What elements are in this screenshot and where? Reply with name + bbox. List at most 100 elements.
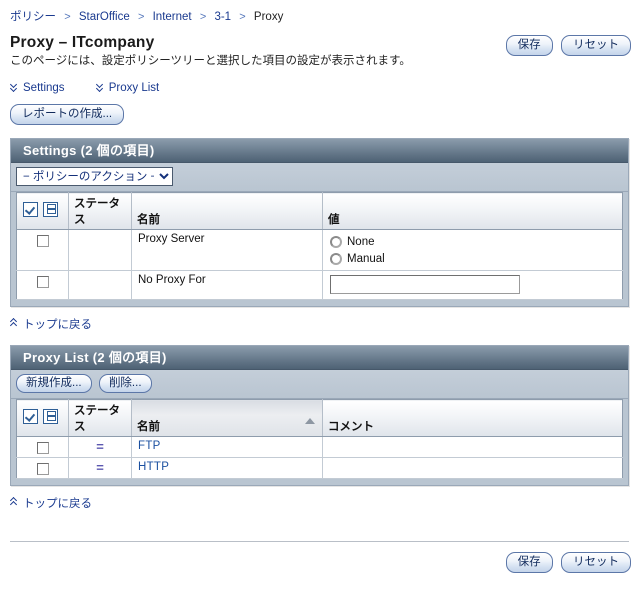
select-all-icon[interactable]	[23, 409, 38, 424]
settings-row-1-status	[68, 270, 132, 300]
proxy-list-col-comment[interactable]: コメント	[322, 399, 623, 437]
proxy-list-panel-toolbar: 新規作成... 削除...	[11, 370, 628, 399]
double-chevron-down-icon	[96, 81, 105, 92]
proxy-server-radio-none-input[interactable]	[330, 235, 342, 248]
proxy-list-row-1-name-link[interactable]: HTTP	[138, 461, 169, 473]
footer-action-buttons: 保存 リセット	[0, 552, 631, 574]
top-action-buttons: 保存 リセット	[505, 35, 631, 56]
page-description: このページには、設定ポリシーツリーと選択した項目の設定が表示されます。	[10, 55, 411, 67]
back-to-top-label-1: トップに戻る	[23, 319, 92, 331]
breadcrumb-separator: >	[137, 11, 145, 23]
back-to-top-link-1[interactable]: トップに戻る	[10, 319, 92, 331]
select-rows-icon[interactable]	[43, 409, 58, 424]
policy-action-select[interactable]: − ポリシーのアクション −	[16, 167, 173, 186]
sort-ascending-icon	[305, 418, 315, 424]
settings-row-0-checkbox[interactable]	[36, 235, 49, 247]
proxy-list-row-1-comment	[322, 457, 623, 480]
anchor-link-settings-label: Settings	[23, 82, 65, 94]
settings-row-0-status	[68, 229, 132, 271]
reset-button-top[interactable]: リセット	[561, 35, 631, 56]
proxy-server-radio-none-label: None	[347, 235, 375, 248]
settings-row-1-name: No Proxy For	[131, 270, 323, 300]
settings-row-0-name: Proxy Server	[131, 229, 323, 271]
proxy-server-radio-manual[interactable]: Manual	[329, 250, 616, 267]
back-to-top-1: トップに戻る	[10, 316, 639, 332]
report-button-row: レポートの作成...	[10, 104, 639, 125]
proxy-list-col-name[interactable]: 名前	[131, 399, 323, 437]
proxy-list-panel-body: ステータス 名前 コメント = FTP = HTTP	[11, 399, 628, 486]
proxy-list-row-1-checkbox[interactable]	[36, 463, 49, 476]
save-button-top[interactable]: 保存	[505, 35, 553, 56]
back-to-top-label-2: トップに戻る	[23, 498, 92, 511]
settings-panel-toolbar: − ポリシーのアクション −	[11, 163, 628, 192]
proxy-list-row-0-status-cell: =	[68, 436, 132, 459]
breadcrumb-item-1[interactable]: StarOffice	[79, 11, 130, 23]
table-row: Proxy Server None Manual	[16, 229, 623, 271]
table-row: = HTTP	[16, 457, 623, 480]
back-to-top-2: トップに戻る	[10, 495, 639, 511]
double-chevron-up-icon	[10, 318, 19, 329]
proxy-list-row-1-checkbox-cell	[16, 457, 69, 480]
breadcrumb-item-current: Proxy	[253, 11, 284, 23]
no-proxy-for-input[interactable]	[330, 275, 520, 294]
breadcrumb-item-3[interactable]: 3-1	[214, 11, 231, 23]
breadcrumb-separator: >	[64, 11, 71, 23]
status-equals-icon[interactable]: =	[94, 461, 107, 475]
anchor-link-proxy-list[interactable]: Proxy List	[96, 82, 160, 94]
settings-row-0-value: None Manual	[322, 229, 623, 271]
proxy-list-row-1-status-cell: =	[68, 457, 132, 480]
proxy-list-row-1-name-cell: HTTP	[131, 457, 323, 480]
section-anchor-nav: Settings Proxy List	[10, 81, 639, 94]
proxy-list-col-status[interactable]: ステータス	[68, 399, 132, 437]
settings-table-header-row: ステータス 名前 値	[16, 192, 623, 230]
settings-panel-title: Settings (2 個の項目)	[11, 139, 628, 163]
table-row: No Proxy For	[16, 270, 623, 300]
status-equals-icon[interactable]: =	[94, 440, 107, 454]
breadcrumb-item-2[interactable]: Internet	[153, 11, 192, 23]
breadcrumb-item-0[interactable]: ポリシー	[10, 11, 56, 23]
proxy-server-radio-none[interactable]: None	[329, 233, 616, 250]
select-rows-icon[interactable]	[43, 202, 58, 217]
footer-divider	[10, 541, 629, 543]
proxy-list-table: ステータス 名前 コメント = FTP = HTTP	[16, 399, 623, 480]
settings-row-0-checkbox-cell	[16, 229, 69, 271]
settings-panel: Settings (2 個の項目) − ポリシーのアクション − ステータス 名…	[10, 138, 629, 307]
settings-col-status[interactable]: ステータス	[68, 192, 132, 230]
reset-button-bottom[interactable]: リセット	[561, 552, 631, 574]
save-button-bottom[interactable]: 保存	[505, 552, 553, 574]
settings-table: ステータス 名前 値 Proxy Server None Manual No P…	[16, 192, 623, 300]
proxy-list-col-name-label: 名前	[137, 421, 160, 433]
proxy-server-radio-manual-input[interactable]	[330, 252, 342, 265]
table-row: = FTP	[16, 436, 623, 459]
double-chevron-down-icon	[10, 81, 19, 92]
create-report-button[interactable]: レポートの作成...	[10, 104, 125, 125]
proxy-list-table-header-row: ステータス 名前 コメント	[16, 399, 623, 437]
proxy-list-row-0-checkbox-cell	[16, 436, 69, 459]
double-chevron-up-icon	[10, 497, 19, 508]
proxy-list-row-0-checkbox[interactable]	[36, 442, 49, 454]
settings-col-value[interactable]: 値	[322, 192, 623, 230]
proxy-list-row-0-name-link[interactable]: FTP	[138, 440, 161, 452]
page-header: Proxy – ITcompany このページには、設定ポリシーツリーと選択した…	[10, 33, 639, 69]
breadcrumb-separator: >	[239, 11, 246, 23]
select-all-icon[interactable]	[23, 202, 38, 217]
proxy-list-row-0-name-cell: FTP	[131, 436, 323, 459]
delete-button[interactable]: 削除...	[98, 374, 152, 393]
settings-row-1-checkbox[interactable]	[36, 276, 49, 288]
breadcrumb-separator: >	[199, 11, 207, 23]
new-button[interactable]: 新規作成...	[16, 374, 92, 393]
settings-row-1-checkbox-cell	[16, 270, 69, 300]
proxy-list-col-select	[16, 399, 69, 437]
proxy-list-row-0-comment	[322, 436, 623, 459]
settings-row-1-value	[322, 270, 623, 300]
settings-col-select	[16, 192, 69, 230]
back-to-top-link-2[interactable]: トップに戻る	[10, 498, 92, 510]
breadcrumb: ポリシー > StarOffice > Internet > 3-1 > Pro…	[0, 0, 639, 24]
anchor-link-proxy-list-label: Proxy List	[108, 82, 160, 94]
settings-col-name[interactable]: 名前	[131, 192, 323, 230]
proxy-server-radio-manual-label: Manual	[347, 252, 385, 265]
settings-panel-body: ステータス 名前 値 Proxy Server None Manual No P…	[11, 192, 628, 306]
proxy-list-panel-title: Proxy List (2 個の項目)	[11, 346, 628, 370]
proxy-list-panel: Proxy List (2 個の項目) 新規作成... 削除... ステータス	[10, 345, 629, 487]
anchor-link-settings[interactable]: Settings	[10, 82, 65, 94]
